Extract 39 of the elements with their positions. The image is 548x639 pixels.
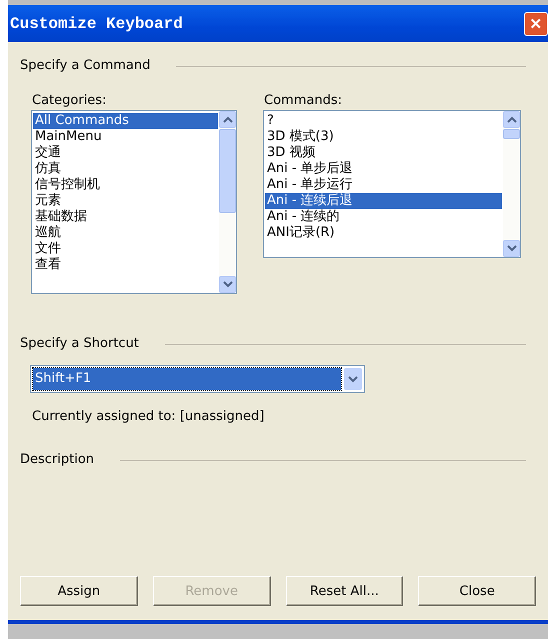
list-item[interactable]: 3D 视频 [265, 145, 502, 161]
list-item[interactable]: 元素 [33, 193, 218, 209]
list-item[interactable]: All Commands [33, 113, 218, 129]
list-item[interactable]: 仿真 [33, 161, 218, 177]
scroll-thumb[interactable] [503, 129, 520, 139]
scroll-up-icon[interactable] [219, 111, 236, 128]
list-item[interactable]: 基础数据 [33, 209, 218, 225]
list-item[interactable]: Ani - 单步运行 [265, 177, 502, 193]
list-item[interactable]: Ani - 连续的 [265, 209, 502, 225]
assigned-text: Currently assigned to: [unassigned] [32, 409, 266, 424]
scroll-up-icon[interactable] [503, 111, 520, 128]
list-item[interactable]: 文件 [33, 241, 218, 257]
close-button[interactable]: ✕ [524, 12, 548, 36]
dialog-button[interactable]: Close [418, 576, 536, 606]
shortcut-dropdown[interactable]: Shift+F1 [30, 365, 365, 393]
scroll-thumb[interactable] [219, 129, 236, 213]
section-title: Specify a Shortcut [20, 336, 139, 351]
list-item[interactable]: Ani - 单步后退 [265, 161, 502, 177]
categories-list[interactable]: All Commands MainMenu 交通 仿真 信号控制机 元素 基础数据 巡航 文件 查看 [31, 110, 237, 294]
list-item[interactable]: 交通 [33, 145, 218, 161]
section-title: Description [20, 452, 94, 467]
list-label: Commands: [264, 93, 343, 108]
list-item[interactable]: ANI记录(R) [265, 225, 502, 241]
list-item[interactable]: ? [265, 113, 502, 129]
dialog-button[interactable]: Reset All... [286, 576, 404, 606]
list-item[interactable]: Ani - 连续后退 [265, 193, 502, 209]
list-item[interactable]: 巡航 [33, 225, 218, 241]
list-item[interactable]: 3D 模式(3) [265, 129, 502, 145]
scroll-down-icon[interactable] [503, 240, 520, 257]
list-label: Categories: [32, 93, 108, 108]
window-title: Customize Keyboard [9, 14, 183, 32]
list-item[interactable]: MainMenu [33, 129, 218, 145]
section-title: Specify a Command [20, 58, 150, 73]
commands-list[interactable]: ? 3D 模式(3) 3D 视频 Ani - 单步后退 Ani - 单步运行 Ani - 连续后退 Ani - 连续的 ANI记录(R) [263, 110, 521, 258]
shortcut-value: Shift+F1 [33, 368, 341, 390]
list-item[interactable]: 查看 [33, 257, 218, 273]
scroll-down-icon[interactable] [219, 276, 236, 293]
dialog-button[interactable]: Assign [20, 576, 138, 606]
list-item[interactable]: 信号控制机 [33, 177, 218, 193]
